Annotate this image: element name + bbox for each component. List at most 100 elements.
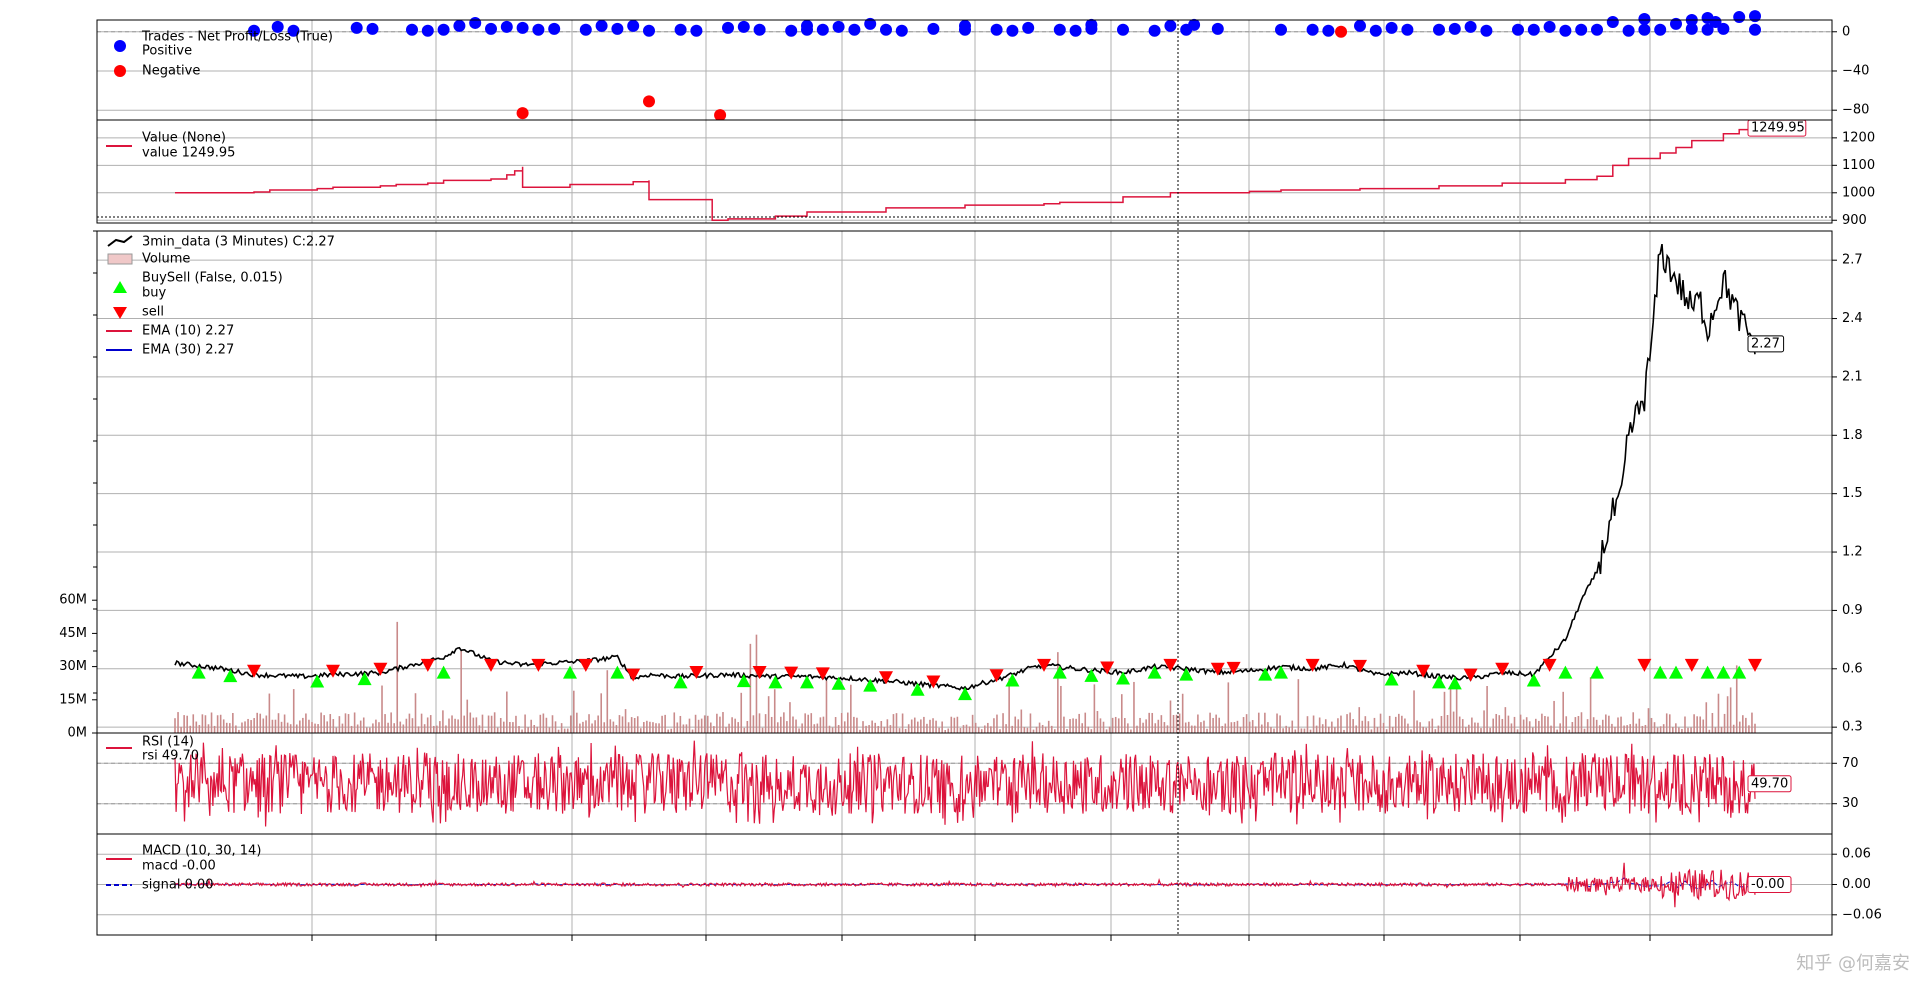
value-ytick-label-0: 900 <box>1842 213 1867 228</box>
trade-positive-point <box>1733 11 1746 24</box>
value-ytick-label-1: 1000 <box>1842 185 1875 200</box>
trade-negative-point <box>1335 25 1348 38</box>
macd-panel: 0.06 0.00 −0.06 MACD (10, 30, 14)macd -0.00… <box>96 833 1882 936</box>
backtest-figure: 0 −40 −80 Trades - Net Profit/Loss (True)Po… <box>59 10 1882 941</box>
volume-ytick-label-0: 0M <box>68 726 88 741</box>
trade-positive-point <box>627 19 640 32</box>
value-ytick-label-2: 1100 <box>1842 158 1875 173</box>
trade-positive-point <box>437 23 450 36</box>
trade-positive-point <box>1464 20 1477 33</box>
volume-ytick-label-1: 15M <box>59 692 87 707</box>
value-legend-title: Value (None) <box>142 131 226 146</box>
price-panel: 0.3 0.6 0.9 1.2 1.5 1.8 2.1 2.4 2.7 0M 15M 30M 45M 60… <box>59 230 1863 741</box>
trade-positive-point <box>532 23 545 36</box>
trade-negative-point <box>714 109 727 122</box>
trades-ytick-label-2: −80 <box>1842 103 1869 118</box>
value-panel: 900 1000 1100 1200 Value (None)value 1249.95… <box>96 119 1875 228</box>
trade-positive-point <box>595 19 608 32</box>
trade-positive-point <box>990 23 1003 36</box>
legend-negative-marker <box>114 65 126 77</box>
trade-positive-point <box>1622 24 1635 37</box>
trade-negative-point <box>643 95 655 108</box>
trade-positive-point <box>801 19 813 32</box>
price-ytick-label-7: 2.4 <box>1842 311 1863 326</box>
rsi-ytick-label-0: 30 <box>1842 796 1859 811</box>
macd-ytick-label-0: 0.06 <box>1842 847 1871 862</box>
watermark: 知乎 @何嘉安 <box>1796 953 1910 974</box>
volume-legend-patch <box>107 253 133 265</box>
rsi-last-value-label: 49.70 <box>1751 776 1788 791</box>
trade-positive-point <box>737 20 750 33</box>
trade-positive-point <box>421 24 434 37</box>
legend-positive-marker <box>114 40 126 52</box>
trade-positive-point <box>350 21 363 34</box>
trade-positive-point <box>1527 23 1540 36</box>
trades-ytick-label-1: −40 <box>1842 63 1869 78</box>
trade-positive-point <box>1211 22 1224 35</box>
trade-positive-point <box>1164 19 1177 32</box>
trades-legend-negative: Negative <box>142 64 200 79</box>
price-ytick-label-0: 0.3 <box>1842 720 1863 735</box>
macd-ytick-label-1: 0.00 <box>1842 877 1871 892</box>
trade-positive-point <box>643 24 655 37</box>
trade-positive-point <box>1448 22 1461 35</box>
trade-positive-point <box>1085 18 1098 31</box>
trade-positive-point <box>1188 18 1201 31</box>
trade-positive-point <box>1433 23 1445 36</box>
ema10-legend-label: EMA (10) 2.27 <box>142 324 234 339</box>
buysell-legend-title: BuySell (False, 0.015) <box>142 271 283 286</box>
trade-positive-point <box>1022 21 1035 34</box>
trade-positive-point <box>453 19 466 32</box>
trade-positive-point <box>880 23 892 36</box>
buy-legend-label: buy <box>142 286 166 301</box>
trade-positive-point <box>500 20 513 33</box>
trade-positive-point <box>548 22 561 35</box>
trade-positive-point <box>1638 13 1651 26</box>
price-ytick-label-3: 1.2 <box>1842 545 1863 560</box>
volume-ytick-label-4: 60M <box>59 593 87 608</box>
rsi-ytick-label-1: 70 <box>1842 756 1859 771</box>
trade-positive-point <box>927 22 940 35</box>
trade-positive-point <box>1401 23 1414 36</box>
trade-positive-point <box>611 22 624 35</box>
trade-positive-point <box>722 21 734 34</box>
trade-positive-point <box>1322 24 1335 37</box>
trade-positive-point <box>895 24 908 37</box>
value-ytick-label-3: 1200 <box>1842 130 1875 145</box>
price-ytick-label-5: 1.8 <box>1842 428 1863 443</box>
value-last-value-label: 1249.95 <box>1751 121 1805 136</box>
trade-positive-point <box>785 24 798 37</box>
volume-ytick-label-3: 45M <box>59 626 87 641</box>
trade-positive-point <box>1543 20 1556 33</box>
sell-legend-label: sell <box>142 305 164 320</box>
trade-negative-point <box>516 107 529 120</box>
trade-positive-point <box>1354 19 1366 32</box>
trade-positive-point <box>1385 21 1398 34</box>
price-legend-title: 3min_data (3 Minutes) C:2.27 <box>142 235 335 250</box>
price-plot-area <box>97 231 1832 733</box>
trades-panel: 0 −40 −80 Trades - Net Profit/Loss (True)Po… <box>96 10 1869 122</box>
trade-positive-point <box>1117 23 1129 36</box>
trade-positive-point <box>1575 23 1588 36</box>
trade-positive-point <box>1069 24 1082 37</box>
trade-positive-point <box>832 20 845 33</box>
trade-positive-point <box>848 23 861 36</box>
price-ytick-label-4: 1.5 <box>1842 486 1863 501</box>
trade-positive-point <box>1591 23 1603 36</box>
trade-positive-point <box>959 19 971 32</box>
trade-positive-point <box>816 23 829 36</box>
macd-ytick-label-2: −0.06 <box>1842 907 1882 922</box>
macd-legend-macd: macd -0.00 <box>142 859 216 874</box>
price-ytick-label-2: 0.9 <box>1842 603 1863 618</box>
trades-ytick-label-0: 0 <box>1842 24 1850 39</box>
trade-positive-point <box>1148 24 1161 37</box>
trade-positive-point <box>1709 15 1722 28</box>
trade-positive-point <box>1654 23 1667 36</box>
trade-positive-point <box>1638 23 1651 36</box>
volume-ytick-label-2: 30M <box>59 659 87 674</box>
trade-positive-point <box>1053 23 1066 36</box>
trade-positive-point <box>674 23 687 36</box>
rsi-legend-series: rsi 49.70 <box>142 749 199 764</box>
trade-positive-point <box>1006 24 1019 37</box>
trade-positive-point <box>579 23 592 36</box>
